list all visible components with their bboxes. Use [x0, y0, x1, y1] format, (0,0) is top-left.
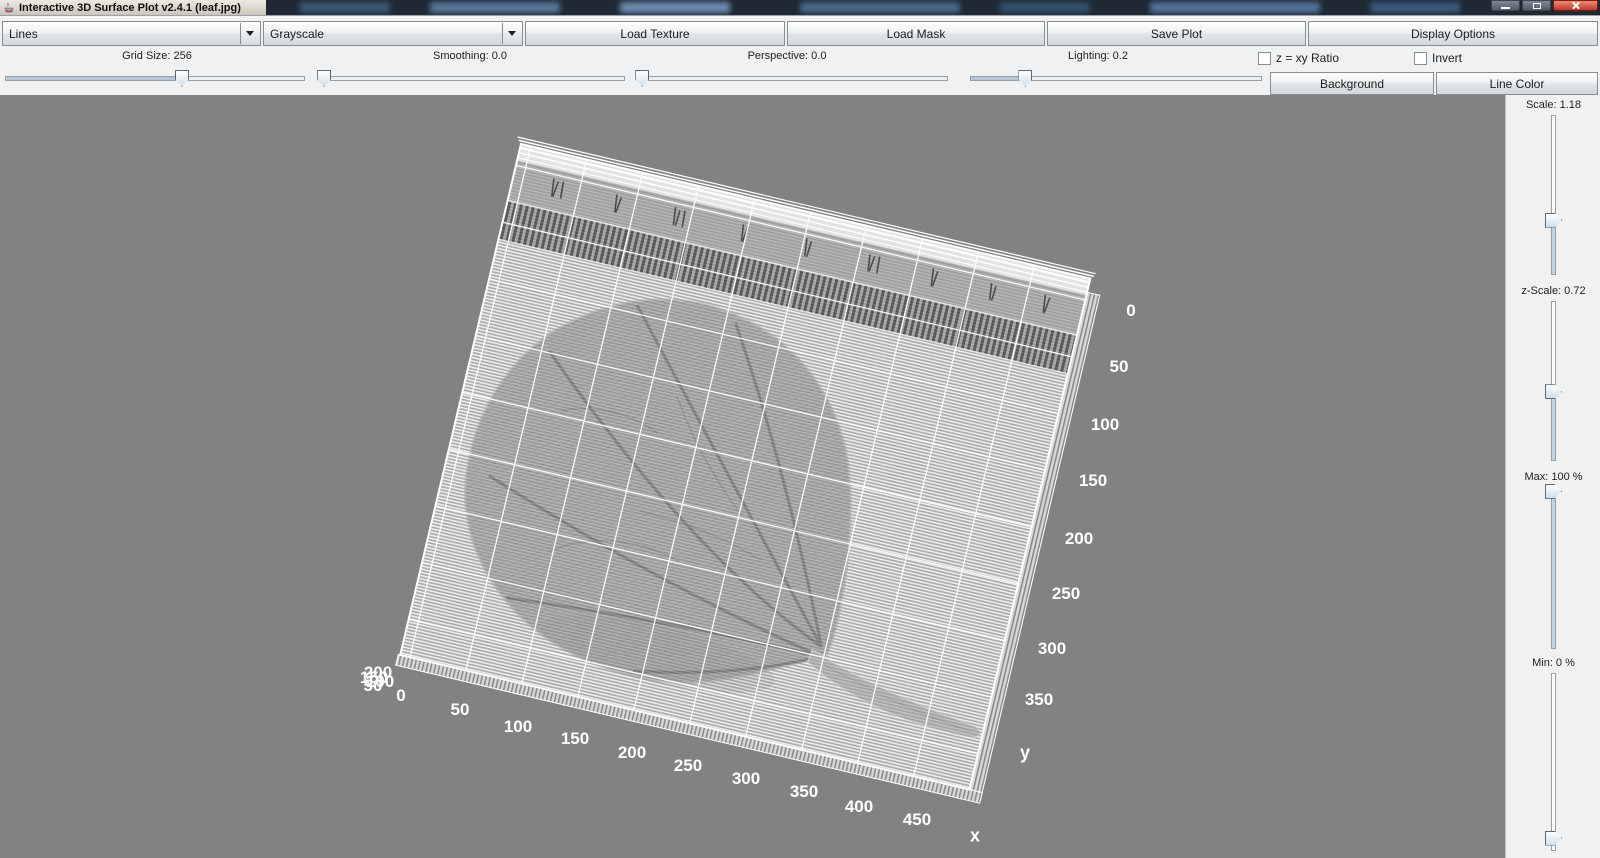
- max-slider[interactable]: [1542, 487, 1566, 649]
- lighting-label: Lighting: 0.2: [1068, 50, 1128, 62]
- z-xy-ratio-checkbox-row: z = xy Ratio: [1258, 51, 1339, 65]
- x-tick-label: 400: [845, 797, 873, 817]
- invert-checkbox-row: Invert: [1414, 51, 1462, 65]
- y-tick-label: 0: [1126, 301, 1135, 321]
- titlebar-title-area: Interactive 3D Surface Plot v2.4.1 (leaf…: [0, 0, 266, 15]
- x-tick-label: 450: [903, 810, 931, 830]
- control-panel: Lines Grayscale Load Texture Load Mask S…: [0, 15, 1600, 95]
- combo-arrow-button[interactable]: [240, 23, 259, 44]
- z-tick-label: 50: [364, 676, 383, 696]
- grid-size-slider-thumb[interactable]: [175, 70, 189, 87]
- load-mask-button[interactable]: Load Mask: [787, 21, 1045, 46]
- titlebar: Interactive 3D Surface Plot v2.4.1 (leaf…: [0, 0, 1600, 15]
- grid-size-label: Grid Size: 256: [122, 50, 192, 62]
- window-title: Interactive 3D Surface Plot v2.4.1 (leaf…: [19, 2, 241, 14]
- perspective-label: Perspective: 0.0: [748, 50, 827, 62]
- minimize-button[interactable]: [1491, 0, 1520, 11]
- taskbar-blur-item: [430, 2, 560, 13]
- max-slider-thumb[interactable]: [1545, 484, 1562, 499]
- y-tick-label: 200: [1065, 529, 1093, 549]
- x-tick-label: 200: [618, 743, 646, 763]
- min-slider-thumb[interactable]: [1545, 831, 1562, 846]
- load-texture-button[interactable]: Load Texture: [525, 21, 785, 46]
- close-icon: [1571, 1, 1580, 10]
- lighting-slider[interactable]: [970, 69, 1262, 87]
- close-button[interactable]: [1553, 0, 1598, 11]
- watermark: 知乎 @Treasure琛: [1152, 850, 1505, 858]
- y-tick-label: 300: [1038, 639, 1066, 659]
- min-label: Min: 0 %: [1506, 657, 1600, 669]
- color-scale-value: Grayscale: [270, 27, 324, 41]
- line-color-button[interactable]: Line Color: [1436, 72, 1598, 95]
- zscale-slider-thumb[interactable]: [1545, 384, 1562, 399]
- y-tick-label: 50: [1110, 357, 1129, 377]
- y-tick-label: 250: [1052, 584, 1080, 604]
- taskbar-blur-item: [1150, 2, 1320, 13]
- taskbar-blur-item: [800, 2, 960, 13]
- smoothing-label: Smoothing: 0.0: [433, 50, 507, 62]
- background-color-button[interactable]: Background: [1270, 72, 1434, 95]
- x-tick-label: 100: [504, 717, 532, 737]
- x-axis-label: x: [970, 826, 980, 847]
- z-xy-ratio-checkbox[interactable]: [1258, 52, 1271, 65]
- zscale-slider[interactable]: [1542, 301, 1566, 461]
- taskbar-blur-item: [1000, 2, 1090, 13]
- zscale-label: z-Scale: 0.72: [1506, 285, 1600, 297]
- y-tick-label: 350: [1025, 690, 1053, 710]
- invert-checkbox[interactable]: [1414, 52, 1427, 65]
- display-options-button[interactable]: Display Options: [1308, 21, 1598, 46]
- y-axis-label: y: [1020, 743, 1030, 764]
- java-app-icon: [3, 2, 15, 14]
- maximize-icon: [1533, 3, 1541, 9]
- scale-sidebar: Scale: 1.18 z-Scale: 0.72 Max: 100 % Min…: [1505, 95, 1600, 858]
- grid-size-slider[interactable]: [5, 69, 305, 87]
- chevron-down-icon: [246, 31, 254, 36]
- z-xy-ratio-label: z = xy Ratio: [1276, 51, 1339, 65]
- lighting-slider-thumb[interactable]: [1018, 70, 1032, 87]
- minimize-icon: [1501, 7, 1510, 9]
- maximize-button[interactable]: [1522, 0, 1551, 11]
- x-tick-label: 350: [790, 782, 818, 802]
- display-mode-value: Lines: [9, 27, 38, 41]
- scale-slider-thumb[interactable]: [1545, 213, 1562, 228]
- invert-label: Invert: [1432, 51, 1462, 65]
- color-scale-combobox[interactable]: Grayscale: [263, 21, 523, 46]
- smoothing-slider-thumb[interactable]: [317, 70, 331, 87]
- combo-arrow-button[interactable]: [502, 23, 521, 44]
- taskbar-blur-item: [1370, 2, 1460, 13]
- taskbar-blur-item: [620, 2, 730, 13]
- max-label: Max: 100 %: [1506, 471, 1600, 483]
- y-tick-label: 150: [1079, 471, 1107, 491]
- scale-label: Scale: 1.18: [1506, 99, 1600, 111]
- perspective-slider-thumb[interactable]: [635, 70, 649, 87]
- chevron-down-icon: [508, 31, 516, 36]
- save-plot-button[interactable]: Save Plot: [1047, 21, 1306, 46]
- x-tick-label: 0: [396, 686, 405, 706]
- taskbar-blur-item: [300, 2, 390, 13]
- y-tick-label: 100: [1091, 415, 1119, 435]
- perspective-slider[interactable]: [636, 69, 948, 87]
- x-tick-label: 300: [732, 769, 760, 789]
- smoothing-slider[interactable]: [318, 69, 625, 87]
- scale-slider[interactable]: [1542, 115, 1566, 275]
- plot-area[interactable]: 0 50 100 150 200 250 300 350 400 450 x 0…: [0, 95, 1505, 858]
- x-tick-label: 50: [451, 700, 470, 720]
- surface-plot-canvas[interactable]: [0, 95, 1505, 858]
- x-tick-label: 250: [674, 756, 702, 776]
- x-tick-label: 150: [561, 729, 589, 749]
- display-mode-combobox[interactable]: Lines: [2, 21, 261, 46]
- min-slider[interactable]: [1542, 673, 1566, 851]
